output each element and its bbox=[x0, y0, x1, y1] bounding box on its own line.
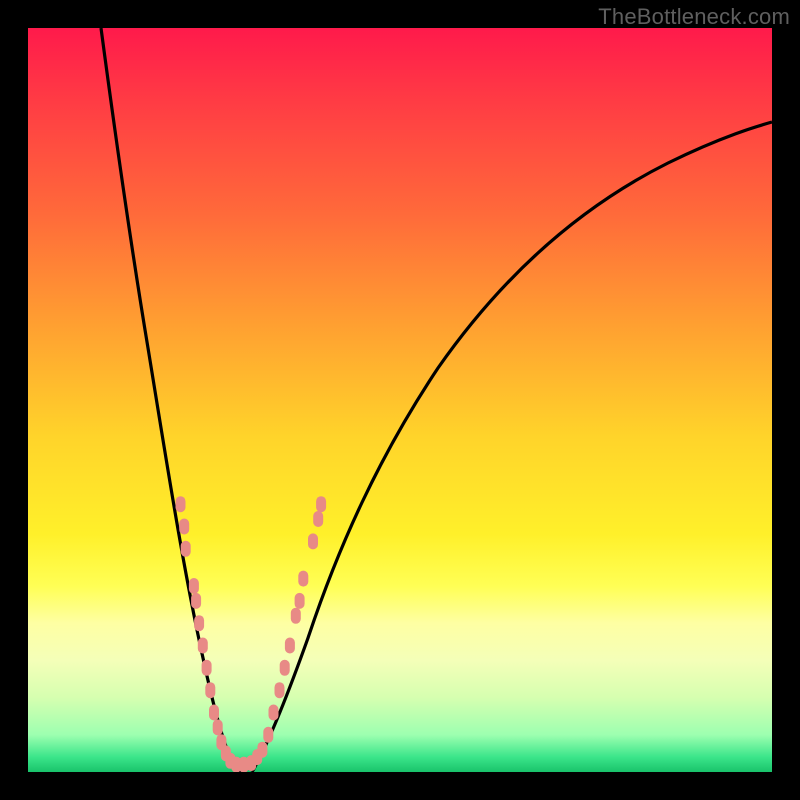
scatter-dot bbox=[176, 496, 186, 512]
scatter-dot bbox=[263, 727, 273, 743]
chart-frame: TheBottleneck.com bbox=[0, 0, 800, 800]
scatter-dot bbox=[280, 660, 290, 676]
scatter-dot bbox=[198, 638, 208, 654]
curve-left bbox=[101, 28, 242, 772]
scatter-dot bbox=[313, 511, 323, 527]
scatter-dot bbox=[295, 593, 305, 609]
scatter-dot bbox=[275, 682, 285, 698]
scatter-dot bbox=[257, 742, 267, 758]
scatter-dot bbox=[194, 615, 204, 631]
scatter-dot bbox=[291, 608, 301, 624]
scatter-dot bbox=[181, 541, 191, 557]
scatter-dot bbox=[189, 578, 199, 594]
chart-svg bbox=[28, 28, 772, 772]
scatter-dot bbox=[209, 705, 219, 721]
scatter-dot bbox=[285, 638, 295, 654]
curve-right bbox=[252, 122, 772, 772]
scatter-dot bbox=[191, 593, 201, 609]
scatter-dot bbox=[213, 719, 223, 735]
scatter-dot bbox=[202, 660, 212, 676]
watermark-text: TheBottleneck.com bbox=[598, 4, 790, 30]
scatter-dot bbox=[316, 496, 326, 512]
plot-area bbox=[28, 28, 772, 772]
scatter-dot bbox=[298, 571, 308, 587]
scatter-dot bbox=[205, 682, 215, 698]
scatter-dot bbox=[269, 705, 279, 721]
scatter-dot bbox=[179, 519, 189, 535]
scatter-dot bbox=[308, 533, 318, 549]
